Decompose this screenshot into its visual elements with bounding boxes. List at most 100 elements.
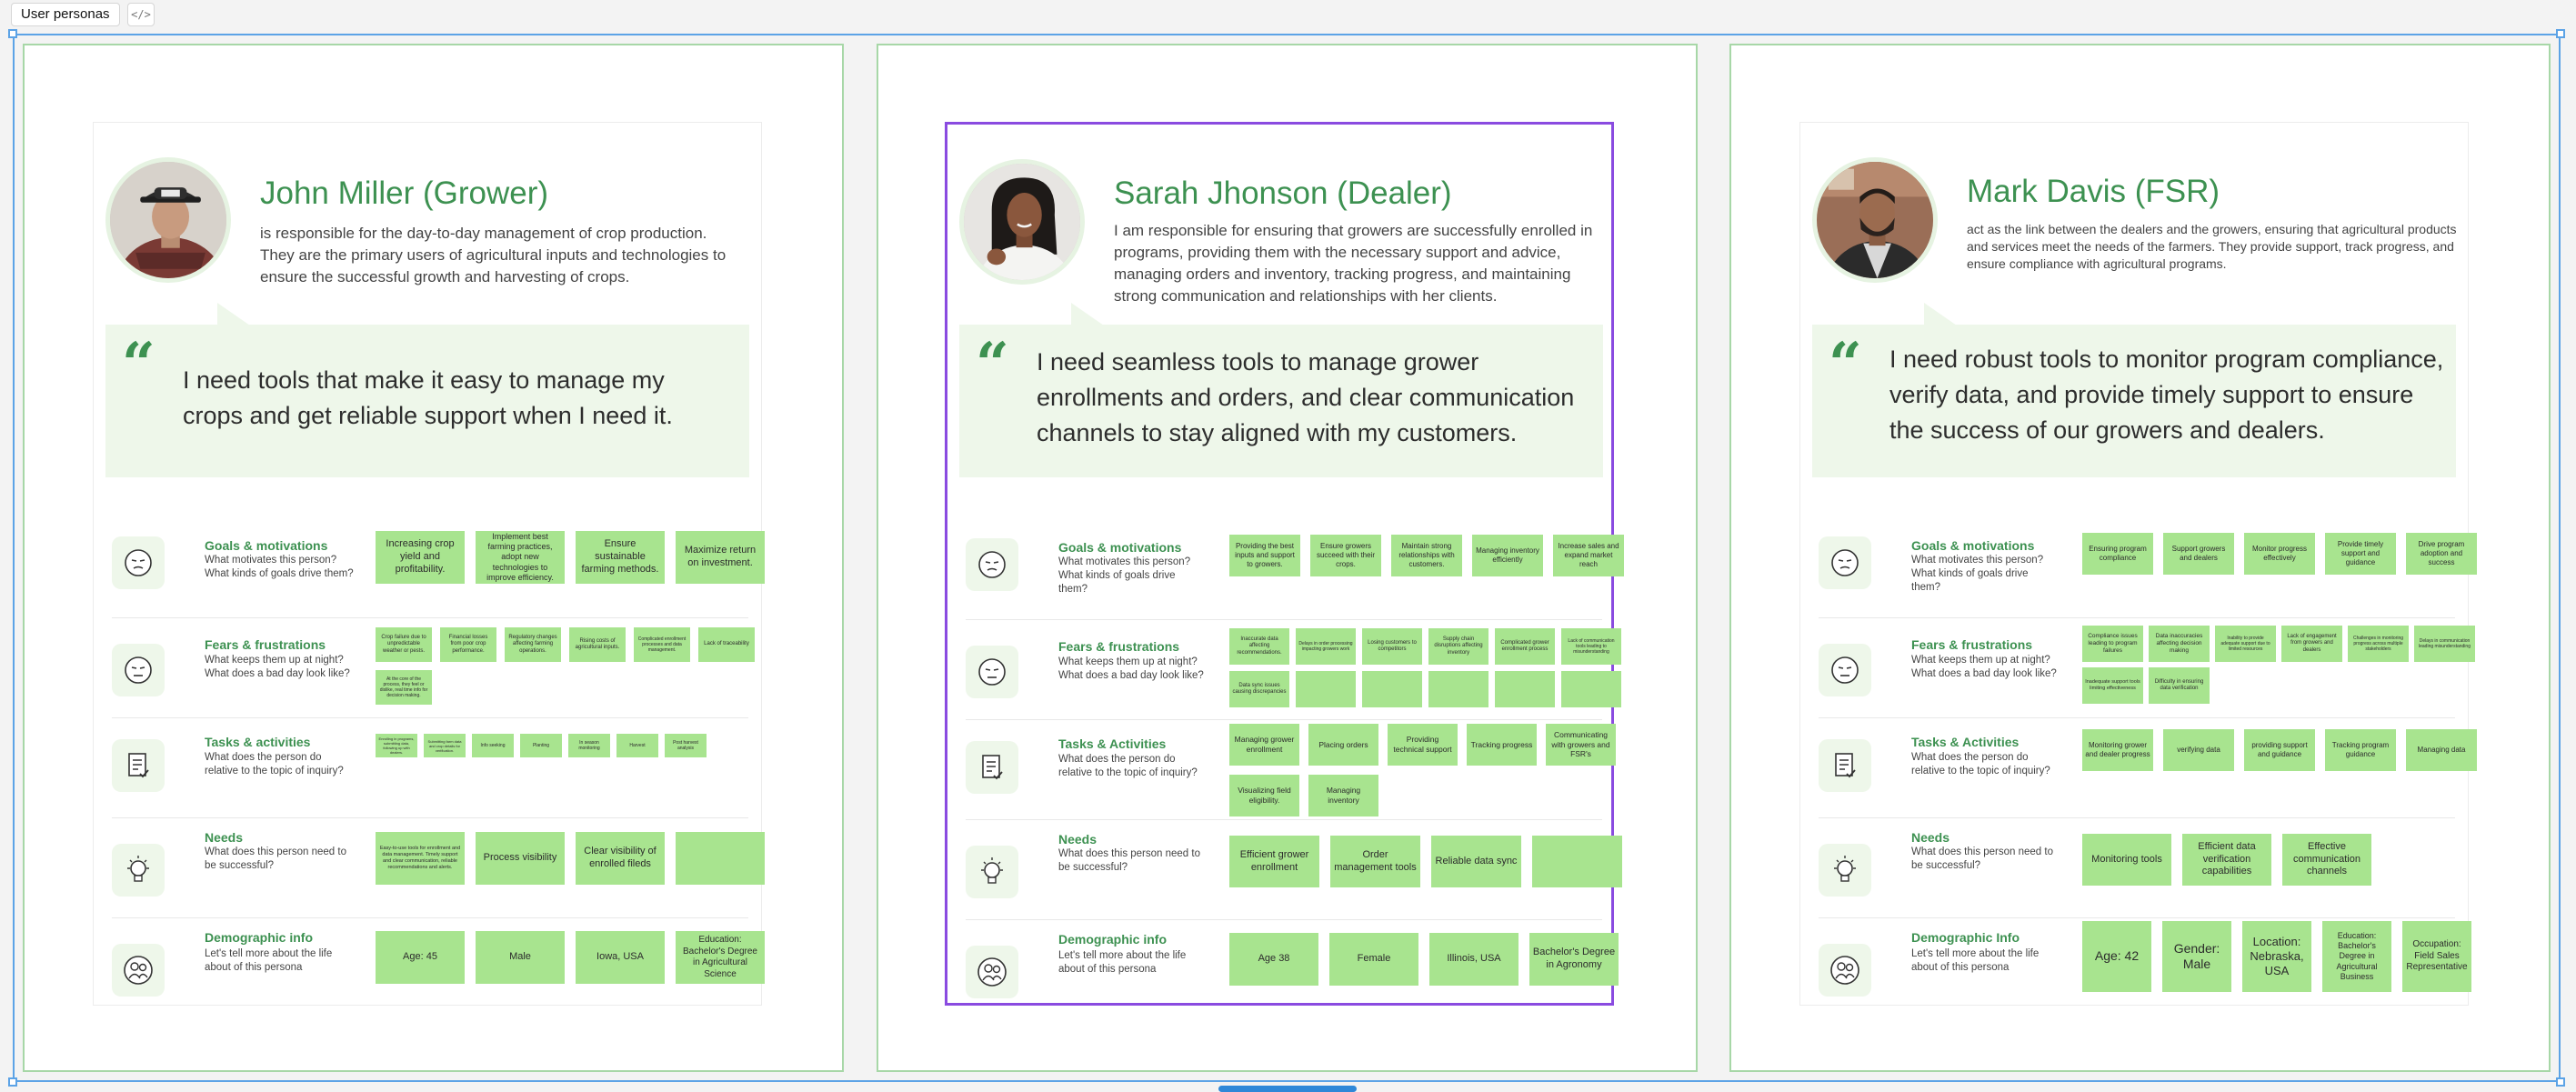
sticky-note[interactable] [676,832,765,885]
sticky-note[interactable]: Location: Nebraska, USA [2242,921,2311,992]
sticky-note[interactable]: Tracking progress [1467,724,1537,766]
sticky-note[interactable]: Lack of engagement from growers and deal… [2281,626,2342,662]
sticky-note[interactable]: Providing the best inputs and support to… [1229,535,1300,576]
frustrated-face-icon [966,646,1018,698]
sticky-note[interactable]: Managing grower enrollment [1229,724,1299,766]
sticky-note[interactable]: Visualizing field eligibility. [1229,775,1299,816]
sticky-note[interactable]: Reliable data sync [1431,836,1521,887]
sticky-note[interactable]: Age: 42 [2082,921,2151,992]
sticky-note[interactable] [1428,671,1488,707]
sticky-note[interactable]: Lack of traceability [698,627,755,662]
sticky-note[interactable]: Challenges in monitoring progress across… [2348,626,2409,662]
sticky-note[interactable]: Data inaccuracies affecting decision mak… [2149,626,2210,662]
sticky-note[interactable]: Managing inventory [1308,775,1378,816]
sticky-note[interactable]: Monitoring grower and dealer progress [2082,729,2153,771]
sticky-note[interactable]: Increasing crop yield and profitability. [376,531,465,584]
resize-handle-bottom-right[interactable] [2556,1077,2565,1087]
sticky-note[interactable]: Financial losses from poor crop performa… [440,627,496,662]
sticky-note[interactable]: Tracking program guidance [2325,729,2396,771]
sticky-note[interactable]: Provide timely support and guidance [2325,533,2396,575]
sticky-note[interactable]: Education: Bachelor's Degree in Agricult… [676,931,765,984]
code-icon[interactable]: </> [127,3,155,26]
sticky-note[interactable]: Post harvest analysis [665,734,707,757]
sticky-note[interactable]: Illinois, USA [1429,933,1519,986]
sticky-note[interactable]: Managing data [2406,729,2477,771]
sticky-note[interactable]: Gender: Male [2162,921,2231,992]
sticky-note[interactable]: Support growers and dealers [2163,533,2234,575]
sticky-note[interactable]: Occupation: Field Sales Representative [2402,921,2471,992]
sticky-note[interactable]: providing support and guidance [2244,729,2315,771]
section-title: Tasks & Activities [1911,735,2020,749]
sticky-note[interactable]: Supply chain disruptions affecting inven… [1428,628,1488,665]
sticky-note[interactable]: Delays in order processing impacting gro… [1296,628,1356,665]
sticky-note[interactable]: Order management tools [1330,836,1420,887]
sticky-note[interactable]: Efficient data verification capabilities [2182,834,2271,886]
sticky-note[interactable] [1561,671,1621,707]
sticky-note[interactable]: Easy-to-use tools for enrollment and dat… [376,832,465,885]
sticky-note[interactable] [1495,671,1555,707]
sticky-note[interactable]: In season monitoring [568,734,610,757]
persona-card[interactable]: Mark Davis (FSR) act as the link between… [1799,122,2477,1006]
sticky-note[interactable]: Maximize return on investment. [676,531,765,584]
sticky-note[interactable] [1362,671,1422,707]
sticky-note[interactable]: Maintain strong relationships with custo… [1391,535,1462,576]
sticky-note[interactable]: Female [1329,933,1418,986]
sticky-note[interactable]: Age: 45 [376,931,465,984]
sticky-note[interactable]: Inadequate support tools limiting effect… [2082,667,2143,704]
sticky-note[interactable]: At the core of the process, they feel or… [376,670,432,705]
sticky-note[interactable]: Regulatory changes affecting farming ope… [505,627,561,662]
sticky-note[interactable]: Planting [520,734,562,757]
sticky-note[interactable] [1532,836,1622,887]
sticky-note[interactable]: Communicating with growers and FSR's [1546,724,1616,766]
sticky-note[interactable]: Data sync issues causing discrepancies [1229,671,1289,707]
sticky-note[interactable]: Placing orders [1308,724,1378,766]
persona-name: Mark Davis (FSR) [1967,174,2220,209]
sticky-note[interactable]: Lack of communication tools leading to m… [1561,628,1621,665]
sticky-note[interactable]: Drive program adoption and success [2406,533,2477,575]
sticky-note[interactable]: verifying data [2163,729,2234,771]
sticky-note[interactable]: Male [476,931,565,984]
sticky-note[interactable]: Effective communication channels [2282,834,2371,886]
fears-stickies: Crop failure due to unpredictable weathe… [376,627,767,705]
sticky-note[interactable]: Enrolling in programs, submitting data, … [376,734,417,757]
sticky-note[interactable]: Managing inventory efficiently [1472,535,1543,576]
sticky-note[interactable]: Monitoring tools [2082,834,2171,886]
sticky-note[interactable]: Efficient grower enrollment [1229,836,1319,887]
sticky-note[interactable] [1296,671,1356,707]
persona-card[interactable]: John Miller (Grower) is responsible for … [93,122,765,1006]
frame-label[interactable]: User personas [11,3,120,26]
people-icon [112,944,165,997]
sticky-note[interactable]: Delays in communication leading misunder… [2414,626,2475,662]
resize-handle-top-right[interactable] [2556,29,2565,38]
sticky-note[interactable]: Iowa, USA [576,931,665,984]
sticky-note[interactable]: Education: Bachelor's Degree in Agricult… [2322,921,2391,992]
demographic-section: Demographic info Let's tell more about t… [112,917,765,1005]
sticky-note[interactable]: Age 38 [1229,933,1318,986]
sticky-note[interactable]: Submitting farm data and crop details fo… [424,734,466,757]
sticky-note[interactable]: Crop failure due to unpredictable weathe… [376,627,432,662]
sticky-note[interactable]: Ensure sustainable farming methods. [576,531,665,584]
sticky-note[interactable]: Compliance issues leading to program fai… [2082,626,2143,662]
sticky-note[interactable]: Inaccurate data affecting recommendation… [1229,628,1289,665]
sticky-note[interactable]: Increase sales and expand market reach [1553,535,1624,576]
horizontal-scrollbar[interactable] [1218,1086,1357,1092]
sticky-note[interactable]: Complicated enrollment processes and dat… [634,627,690,662]
sticky-note[interactable]: Monitor progress effectively [2244,533,2315,575]
sticky-note[interactable]: Bachelor's Degree in Agronomy [1529,933,1619,986]
sticky-note[interactable]: Inability to provide adequate support du… [2215,626,2276,662]
sticky-note[interactable]: Rising costs of agricultural inputs. [569,627,626,662]
persona-card[interactable]: Sarah Jhonson (Dealer) I am responsible … [945,122,1624,1006]
sticky-note[interactable]: Ensuring program compliance [2082,533,2153,575]
sticky-note[interactable]: Providing technical support [1388,724,1458,766]
resize-handle-top-left[interactable] [8,29,17,38]
sticky-note[interactable]: Clear visibility of enrolled fileds [576,832,665,885]
resize-handle-bottom-left[interactable] [8,1077,17,1087]
sticky-note[interactable]: Process visibility [476,832,565,885]
sticky-note[interactable]: Implement best farming practices, adopt … [476,531,565,584]
sticky-note[interactable]: Harvest [616,734,658,757]
sticky-note[interactable]: Difficulty in ensuring data verification [2149,667,2210,704]
sticky-note[interactable]: Losing customers to competitors [1362,628,1422,665]
sticky-note[interactable]: Ensure growers succeed with their crops. [1310,535,1381,576]
sticky-note[interactable]: Info seeking [472,734,514,757]
sticky-note[interactable]: Complicated grower enrollment process [1495,628,1555,665]
